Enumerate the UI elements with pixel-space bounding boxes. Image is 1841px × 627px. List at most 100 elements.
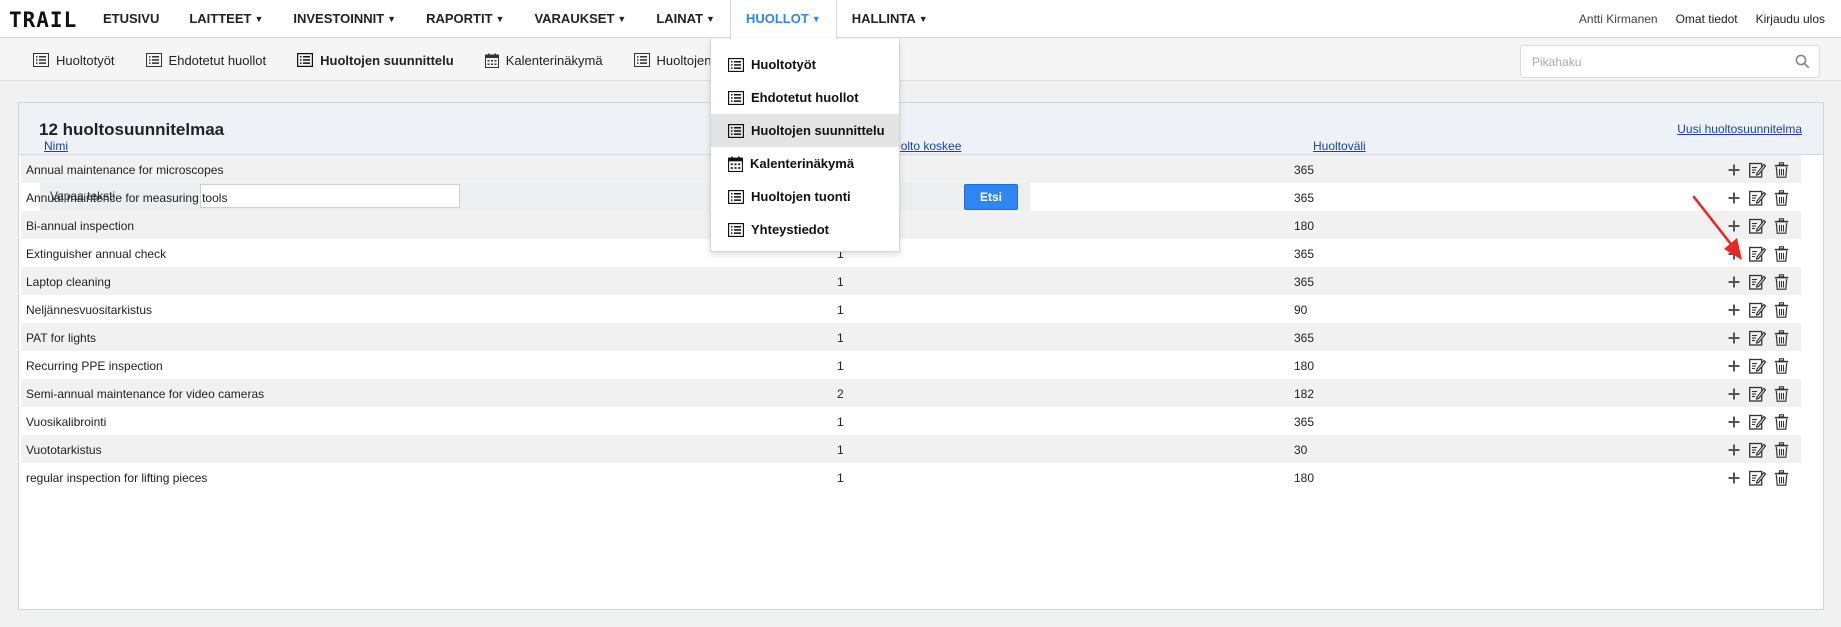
plan-name[interactable]: Semi-annual maintenance for video camera…	[26, 387, 264, 401]
plus-icon[interactable]	[1724, 160, 1743, 179]
row-actions	[1724, 272, 1791, 291]
plan-name[interactable]: PAT for lights	[26, 331, 96, 345]
maintenance-interval: 180	[1294, 471, 1315, 485]
edit-icon[interactable]	[1748, 300, 1767, 319]
edit-icon[interactable]	[1748, 440, 1767, 459]
trash-icon[interactable]	[1772, 300, 1791, 319]
row-actions	[1724, 160, 1791, 179]
plus-icon[interactable]	[1724, 356, 1743, 375]
subnav-item-huoltotyot[interactable]: Huoltotyöt	[33, 53, 115, 68]
dropdown-item-huoltojen-suunnittelu[interactable]: Huoltojen suunnittelu	[711, 114, 899, 147]
nav-item-varaukset[interactable]: VARAUKSET ▼	[519, 0, 641, 38]
edit-icon[interactable]	[1748, 328, 1767, 347]
maintenance-interval: 365	[1294, 415, 1315, 429]
dropdown-item-label: Kalenterinäkymä	[750, 156, 855, 171]
plan-name[interactable]: Extinguisher annual check	[26, 247, 166, 261]
column-header-name[interactable]: Nimi	[44, 139, 68, 153]
edit-icon[interactable]	[1748, 216, 1767, 235]
plan-name[interactable]: Recurring PPE inspection	[26, 359, 163, 373]
nav-item-laitteet[interactable]: LAITTEET ▼	[174, 0, 278, 38]
trash-icon[interactable]	[1772, 468, 1791, 487]
list-icon	[145, 53, 162, 67]
trash-icon[interactable]	[1772, 216, 1791, 235]
column-header-interval[interactable]: Huoltoväli	[1313, 139, 1366, 153]
trash-icon[interactable]	[1772, 244, 1791, 263]
list-icon	[728, 123, 744, 138]
nav-item-etusivu[interactable]: ETUSIVU	[88, 0, 174, 38]
plus-icon[interactable]	[1724, 300, 1743, 319]
plan-name[interactable]: Neljännesvuositarkistus	[26, 303, 152, 317]
maintenance-interval: 365	[1294, 331, 1315, 345]
quick-search-input[interactable]	[1521, 46, 1781, 77]
plus-icon[interactable]	[1724, 384, 1743, 403]
new-maintenance-plan-link[interactable]: Uusi huoltosuunnitelma	[1677, 122, 1802, 136]
row-actions	[1724, 468, 1791, 487]
plus-icon[interactable]	[1724, 328, 1743, 347]
edit-icon[interactable]	[1748, 160, 1767, 179]
table-row: Semi-annual maintenance for video camera…	[21, 379, 1801, 407]
edit-icon[interactable]	[1748, 244, 1767, 263]
edit-icon[interactable]	[1748, 384, 1767, 403]
dropdown-item-ehdotetut-huollot[interactable]: Ehdotetut huollot	[711, 81, 899, 114]
row-actions	[1724, 412, 1791, 431]
plan-name[interactable]: Laptop cleaning	[26, 275, 111, 289]
logout-link[interactable]: Kirjaudu ulos	[1756, 12, 1825, 26]
own-info-link[interactable]: Omat tiedot	[1676, 12, 1738, 26]
edit-icon[interactable]	[1748, 188, 1767, 207]
plan-name[interactable]: Annual maintenance for microscopes	[26, 163, 223, 177]
nav-label: ETUSIVU	[103, 11, 160, 26]
edit-icon[interactable]	[1748, 272, 1767, 291]
trash-icon[interactable]	[1772, 160, 1791, 179]
device-count: 1	[837, 415, 844, 429]
trash-icon[interactable]	[1772, 384, 1791, 403]
nav-item-investoinnit[interactable]: INVESTOINNIT ▼	[278, 0, 411, 38]
subnav-label: Huoltojen suunnittelu	[320, 52, 454, 68]
trash-icon[interactable]	[1772, 328, 1791, 347]
maintenance-interval: 365	[1294, 163, 1315, 177]
plan-name[interactable]: regular inspection for lifting pieces	[26, 471, 207, 485]
subnav-item-ehdotetut-huollot[interactable]: Ehdotetut huollot	[145, 53, 266, 68]
table-row: Recurring PPE inspection 1 180	[21, 351, 1801, 379]
edit-icon[interactable]	[1748, 412, 1767, 431]
dropdown-item-kalenterinakyma[interactable]: Kalenterinäkymä	[711, 147, 899, 180]
trash-icon[interactable]	[1772, 188, 1791, 207]
trash-icon[interactable]	[1772, 356, 1791, 375]
device-count: 1	[837, 359, 844, 373]
table-row: Annual maintenance for microscopes1365	[21, 155, 1801, 183]
row-actions	[1724, 300, 1791, 319]
dropdown-item-huoltotyot[interactable]: Huoltotyöt	[711, 48, 899, 81]
trash-icon[interactable]	[1772, 440, 1791, 459]
edit-icon[interactable]	[1748, 356, 1767, 375]
list-icon	[33, 53, 49, 67]
nav-label: VARAUKSET	[534, 11, 615, 26]
plan-name[interactable]: Bi-annual inspection	[26, 219, 134, 233]
plus-icon[interactable]	[1724, 272, 1743, 291]
top-navigation: TRAIL ETUSIVU LAITTEET ▼ INVESTOINNIT ▼ RA…	[0, 0, 1841, 40]
dropdown-item-huoltojen-tuonti[interactable]: Huoltojen tuonti	[711, 180, 899, 213]
table-header: Nimi ...ta huolto koskee Huoltoväli	[26, 136, 1806, 154]
plus-icon[interactable]	[1724, 440, 1743, 459]
plus-icon[interactable]	[1724, 468, 1743, 487]
trail-logo[interactable]: TRAIL	[9, 8, 77, 32]
nav-item-huollot[interactable]: HUOLLOT ▼	[729, 0, 837, 40]
main-menu: ETUSIVU LAITTEET ▼ INVESTOINNIT ▼ RAPORTIT…	[88, 0, 943, 40]
chevron-down-icon: ▼	[387, 14, 397, 24]
trash-icon[interactable]	[1772, 412, 1791, 431]
plan-name[interactable]: Annual maintence for measuring tools	[26, 191, 227, 205]
trash-icon[interactable]	[1772, 272, 1791, 291]
device-count: 1	[837, 443, 844, 457]
search-icon[interactable]	[1795, 54, 1810, 72]
plus-icon[interactable]	[1724, 412, 1743, 431]
subnav-item-kalenterinakyma[interactable]: Kalenterinäkymä	[484, 53, 603, 68]
plan-name[interactable]: Vuosikalibrointi	[26, 415, 106, 429]
subnav-item-huoltojen-suunnittelu[interactable]: Huoltojen suunnittelu	[297, 53, 454, 68]
edit-icon[interactable]	[1748, 468, 1767, 487]
dropdown-item-yhteystiedot[interactable]: Yhteystiedot	[711, 213, 899, 246]
plan-name[interactable]: Vuototarkistus	[26, 443, 102, 457]
nav-item-hallinta[interactable]: HALLINTA ▼	[837, 0, 943, 38]
row-actions	[1724, 440, 1791, 459]
table-row: Annual maintence for measuring tools2365	[21, 183, 1801, 211]
nav-item-raportit[interactable]: RAPORTIT ▼	[411, 0, 519, 38]
nav-item-lainat[interactable]: LAINAT ▼	[641, 0, 730, 38]
table-row: PAT for lights 1 365	[21, 323, 1801, 351]
